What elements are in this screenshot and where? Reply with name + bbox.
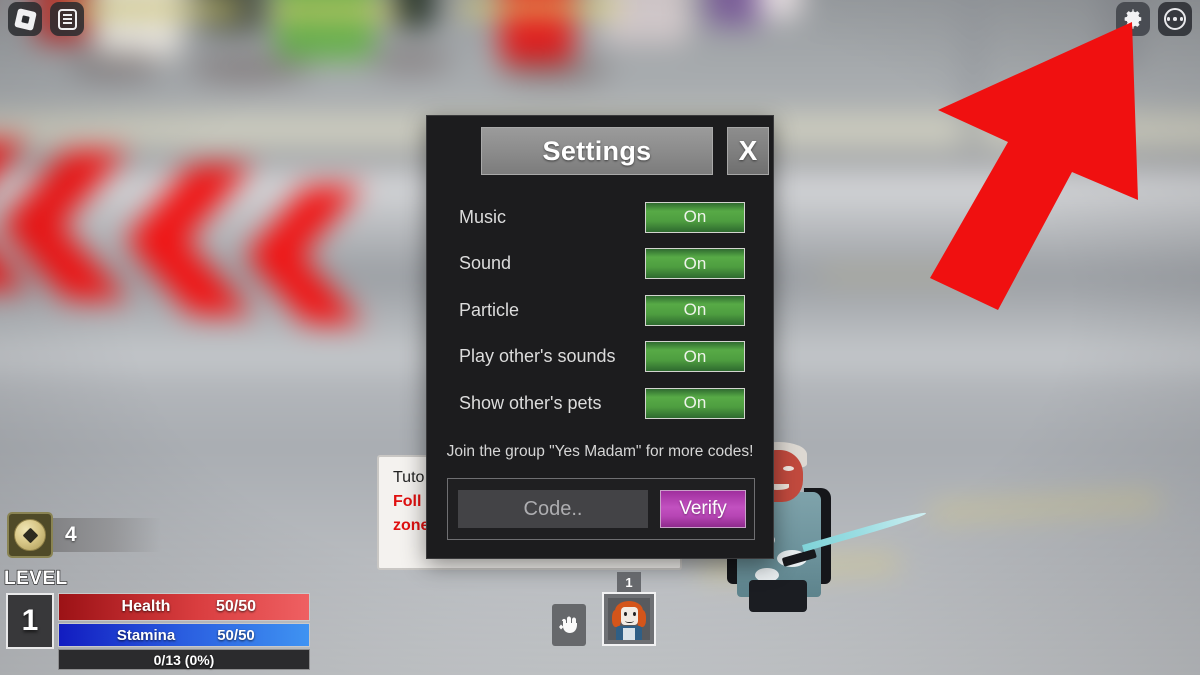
page-title: Settings xyxy=(542,135,652,166)
settings-dialog-header: Settings xyxy=(481,127,713,175)
setting-label-show-others-pets: Show other's pets xyxy=(459,392,602,413)
avatar-tool-icon[interactable] xyxy=(602,592,656,646)
menu-list-icon[interactable] xyxy=(50,2,84,36)
roblox-logo-icon[interactable] xyxy=(8,2,42,36)
setting-row-show-others-pets: Show other's pets On xyxy=(427,380,773,427)
xp-value: 0/13 (0%) xyxy=(153,651,215,668)
currency-value: 4 xyxy=(65,523,77,546)
setting-label-music: Music xyxy=(459,206,507,227)
status-bars: Health 50/50 Stamina 50/50 0/13 (0%) xyxy=(58,593,310,670)
setting-label-sound: Sound xyxy=(459,253,512,274)
setting-label-play-others-sounds: Play other's sounds xyxy=(459,346,616,367)
game-screen: Tuto Foll zone Settings X Music On Sound… xyxy=(0,0,1200,675)
hotbar-slot-number: 1 xyxy=(617,572,641,592)
settings-options-list: Music On Sound On Particle On Play other… xyxy=(427,194,773,427)
code-input[interactable] xyxy=(458,490,648,528)
level-label: LEVEL xyxy=(3,567,68,589)
more-options-icon[interactable] xyxy=(1158,2,1192,36)
health-bar: Health 50/50 xyxy=(58,593,310,621)
setting-toggle-particle[interactable]: On xyxy=(645,294,745,326)
setting-toggle-sound[interactable]: On xyxy=(645,248,745,280)
health-value: 50/50 xyxy=(215,598,257,615)
fist-tool-icon[interactable] xyxy=(552,604,586,646)
currency-hud: 4 xyxy=(7,512,161,558)
annotation-arrow-icon xyxy=(900,10,1150,340)
setting-toggle-music[interactable]: On xyxy=(645,201,745,233)
setting-row-particle: Particle On xyxy=(427,287,773,334)
group-promo-text: Join the group "Yes Madam" for more code… xyxy=(446,443,754,460)
coin-icon xyxy=(7,512,53,558)
setting-label-particle: Particle xyxy=(459,299,520,320)
stamina-value: 50/50 xyxy=(217,626,255,644)
settings-dialog: Settings X Music On Sound On Particle On… xyxy=(426,115,774,559)
setting-toggle-play-others-sounds[interactable]: On xyxy=(645,341,745,373)
setting-row-sound: Sound On xyxy=(427,241,773,288)
setting-row-music: Music On xyxy=(427,194,773,241)
code-redeem-panel: Verify xyxy=(447,478,755,540)
setting-toggle-show-others-pets[interactable]: On xyxy=(645,387,745,419)
stamina-bar: Stamina 50/50 xyxy=(58,623,310,647)
verify-button[interactable]: Verify xyxy=(660,490,746,528)
setting-row-play-others-sounds: Play other's sounds On xyxy=(427,334,773,381)
hotbar: 1 xyxy=(552,572,656,646)
xp-bar: 0/13 (0%) xyxy=(58,649,310,670)
currency-bar: 4 xyxy=(51,518,161,552)
roblox-top-left-controls xyxy=(8,2,84,36)
close-button[interactable]: X xyxy=(727,127,769,175)
hotbar-slot-1[interactable]: 1 xyxy=(602,572,656,646)
